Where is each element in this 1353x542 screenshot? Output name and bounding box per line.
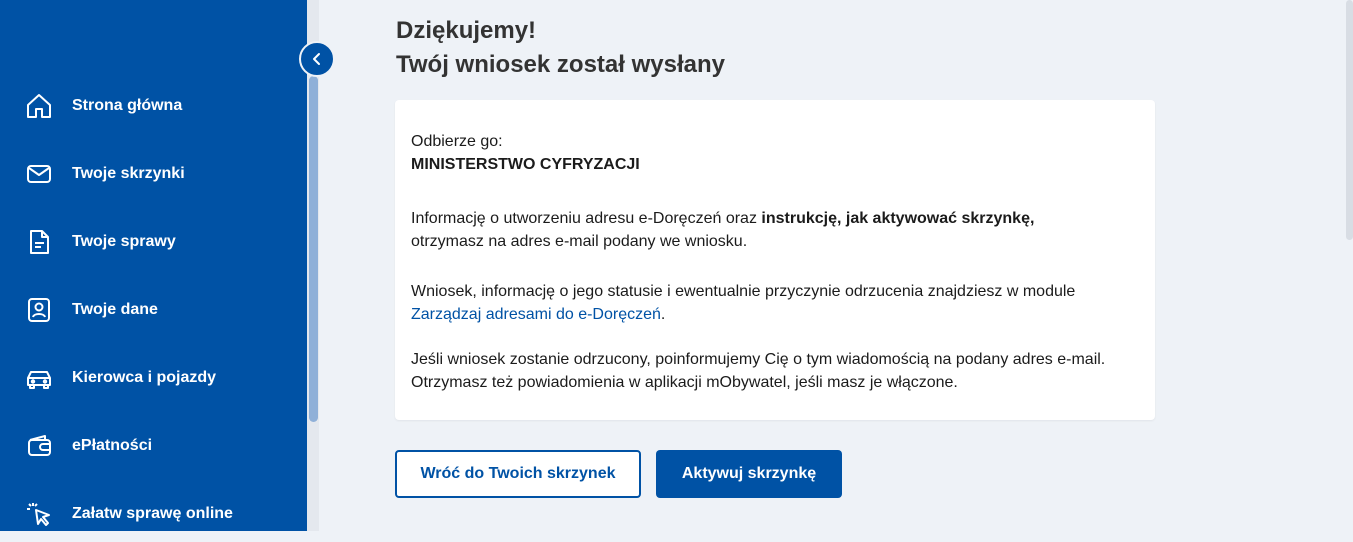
info-text: Jeśli wniosek zostanie odrzucony, poinfo…: [411, 351, 1106, 368]
activate-mailbox-button[interactable]: Aktywuj skrzynkę: [656, 450, 842, 498]
sidebar-item-label: Twoje skrzynki: [72, 165, 185, 182]
car-icon: [25, 364, 53, 392]
envelope-icon: [25, 160, 53, 188]
sidebar-item-online[interactable]: Załatw sprawę online: [0, 486, 307, 542]
page-subtitle: Twój wniosek został wysłany: [396, 51, 725, 78]
sidebar-item-payments[interactable]: ePłatności: [0, 418, 307, 474]
info-text: Wniosek, informację o jego statusie i ew…: [411, 283, 1076, 300]
receiver-value: MINISTERSTWO CYFRYZACJI: [411, 156, 640, 173]
info-text: .: [660, 306, 666, 323]
wallet-icon: [25, 432, 53, 460]
id-card-icon: [25, 296, 53, 324]
sidebar-item-label: ePłatności: [72, 437, 153, 454]
chevron-left-icon: [310, 52, 324, 66]
sidebar-item-label: Twoje sprawy: [72, 233, 176, 250]
confirmation-card: Odbierze go: MINISTERSTWO CYFRYZACJI Inf…: [395, 100, 1155, 420]
info-paragraph-activation: Informację o utworzeniu adresu e-Doręcze…: [411, 207, 1034, 253]
sidebar-item-data[interactable]: Twoje dane: [0, 282, 307, 338]
document-icon: [25, 228, 53, 256]
pointer-click-icon: [25, 500, 53, 528]
sidebar-item-label: Strona główna: [72, 97, 183, 114]
info-paragraph-rejection: Jeśli wniosek zostanie odrzucony, poinfo…: [411, 348, 1105, 394]
sidebar-item-cases[interactable]: Twoje sprawy: [0, 214, 307, 270]
receiver-label: Odbierze go:: [411, 133, 503, 150]
sidebar-item-mailboxes[interactable]: Twoje skrzynki: [0, 146, 307, 202]
sidebar-item-label: Twoje dane: [72, 301, 158, 318]
info-text: Otrzymasz też powiadomienia w aplikacji …: [411, 374, 958, 391]
page-title: Dziękujemy!: [396, 17, 537, 44]
info-paragraph-module: Wniosek, informację o jego statusie i ew…: [411, 280, 1075, 326]
sidebar-item-vehicles[interactable]: Kierowca i pojazdy: [0, 350, 307, 406]
back-to-mailboxes-button[interactable]: Wróć do Twoich skrzynek: [395, 450, 641, 498]
manage-addresses-link[interactable]: Zarządzaj adresami do e-Doręczeń: [411, 306, 661, 323]
sidebar-item-home[interactable]: Strona główna: [0, 78, 307, 134]
info-text: otrzymasz na adres e-mail podany we wnio…: [411, 233, 748, 250]
home-icon: [25, 92, 53, 120]
page-scrollbar-thumb[interactable]: [1346, 0, 1353, 240]
info-text: Informację o utworzeniu adresu e-Doręcze…: [411, 210, 762, 227]
sidebar: Strona główna Twoje skrzynki Twoje spraw…: [0, 0, 307, 531]
collapse-sidebar-button[interactable]: [299, 41, 335, 77]
sidebar-scrollbar-thumb[interactable]: [309, 76, 318, 422]
info-bold-text: instrukcję, jak aktywować skrzynkę,: [761, 210, 1035, 227]
sidebar-item-label: Kierowca i pojazdy: [72, 369, 217, 386]
sidebar-item-label: Załatw sprawę online: [72, 505, 233, 522]
